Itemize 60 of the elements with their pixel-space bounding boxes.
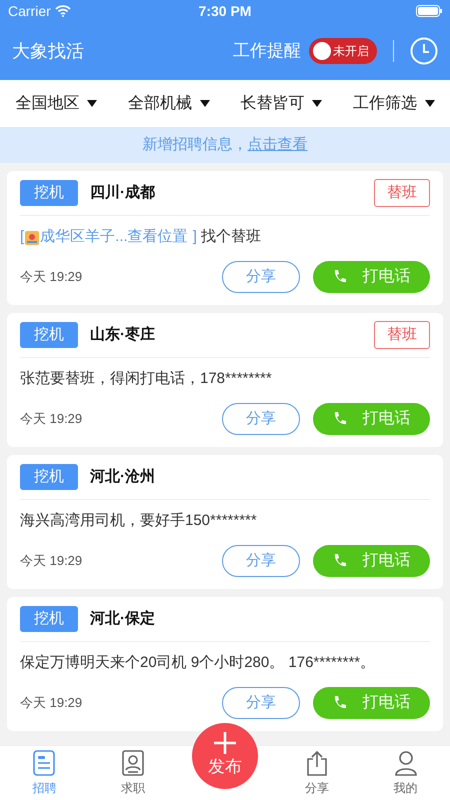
caret-icon xyxy=(312,100,322,107)
battery-icon xyxy=(416,5,442,17)
filter-dropdown[interactable]: 全国地区 xyxy=(15,92,98,116)
caret-icon xyxy=(200,100,210,107)
clock-icon[interactable] xyxy=(410,37,438,65)
caret-icon xyxy=(87,100,98,107)
job-description: 海兴高湾用司机，要好手150******** xyxy=(20,511,257,532)
reminder-label: 工作提醒 xyxy=(233,40,301,62)
category-tag: 挖机 xyxy=(20,464,78,490)
job-location: 河北·保定 xyxy=(90,608,156,629)
carrier-label: Carrier xyxy=(8,2,51,20)
caret-icon xyxy=(424,100,435,107)
phone-icon xyxy=(332,553,346,569)
share-icon xyxy=(306,750,328,776)
job-description: 张范要替班，得闲打电话，178******** xyxy=(20,369,272,390)
category-tag: 挖机 xyxy=(20,180,78,206)
call-button[interactable]: 打电话 xyxy=(313,403,430,435)
share-button[interactable]: 分享 xyxy=(222,403,300,435)
call-button[interactable]: 打电话 xyxy=(313,545,430,577)
category-tag: 挖机 xyxy=(20,606,78,632)
phone-icon xyxy=(332,269,346,285)
reminder-toggle[interactable]: 未开启 xyxy=(309,38,377,64)
wifi-icon xyxy=(54,5,71,17)
notice-text: 新增招聘信息， xyxy=(142,134,248,155)
post-time: 今天 19:29 xyxy=(20,410,84,428)
share-button[interactable]: 分享 xyxy=(222,687,300,719)
app-title: 大象找活 xyxy=(12,40,85,62)
job-description: 保定万博明天来个20司机 9个小时280。 176********。 xyxy=(20,653,376,674)
tab-item[interactable]: 分享 xyxy=(286,750,347,797)
plus-icon xyxy=(214,732,236,754)
status-time: 7:30 PM xyxy=(198,2,252,20)
post-time: 今天 19:29 xyxy=(20,268,84,286)
share-button[interactable]: 分享 xyxy=(222,545,300,577)
post-time: 今天 19:29 xyxy=(20,694,84,712)
substitute-tag: 替班 xyxy=(374,178,430,208)
filter-dropdown[interactable]: 长替皆可 xyxy=(240,92,322,116)
tab-item[interactable]: 招聘 xyxy=(14,750,74,797)
phone-icon xyxy=(332,695,346,711)
phone-icon xyxy=(332,411,346,427)
user-icon xyxy=(394,750,418,776)
contact-card-icon xyxy=(122,750,144,776)
job-location: 四川·成都 xyxy=(90,182,156,203)
publish-button[interactable]: 发布 xyxy=(192,723,258,789)
call-button[interactable]: 打电话 xyxy=(313,687,430,719)
view-link[interactable]: 点击查看 xyxy=(248,134,308,156)
tab-item[interactable]: 求职 xyxy=(103,750,164,797)
job-description: 找个替班 xyxy=(200,227,261,248)
tab-item[interactable]: 我的 xyxy=(376,750,436,797)
list-icon xyxy=(33,750,56,776)
location-link[interactable]: [ 成华区羊子...查看位置 ] xyxy=(20,226,197,249)
category-tag: 挖机 xyxy=(20,322,78,348)
share-button[interactable]: 分享 xyxy=(222,261,300,293)
filter-dropdown[interactable]: 全部机械 xyxy=(128,92,210,116)
call-button[interactable]: 打电话 xyxy=(313,261,430,293)
filter-dropdown[interactable]: 工作筛选 xyxy=(352,92,435,116)
map-pin-icon xyxy=(25,230,40,244)
job-location: 河北·沧州 xyxy=(90,466,156,487)
post-time: 今天 19:29 xyxy=(20,552,84,570)
job-location: 山东·枣庄 xyxy=(90,324,156,345)
substitute-tag: 替班 xyxy=(374,320,430,350)
